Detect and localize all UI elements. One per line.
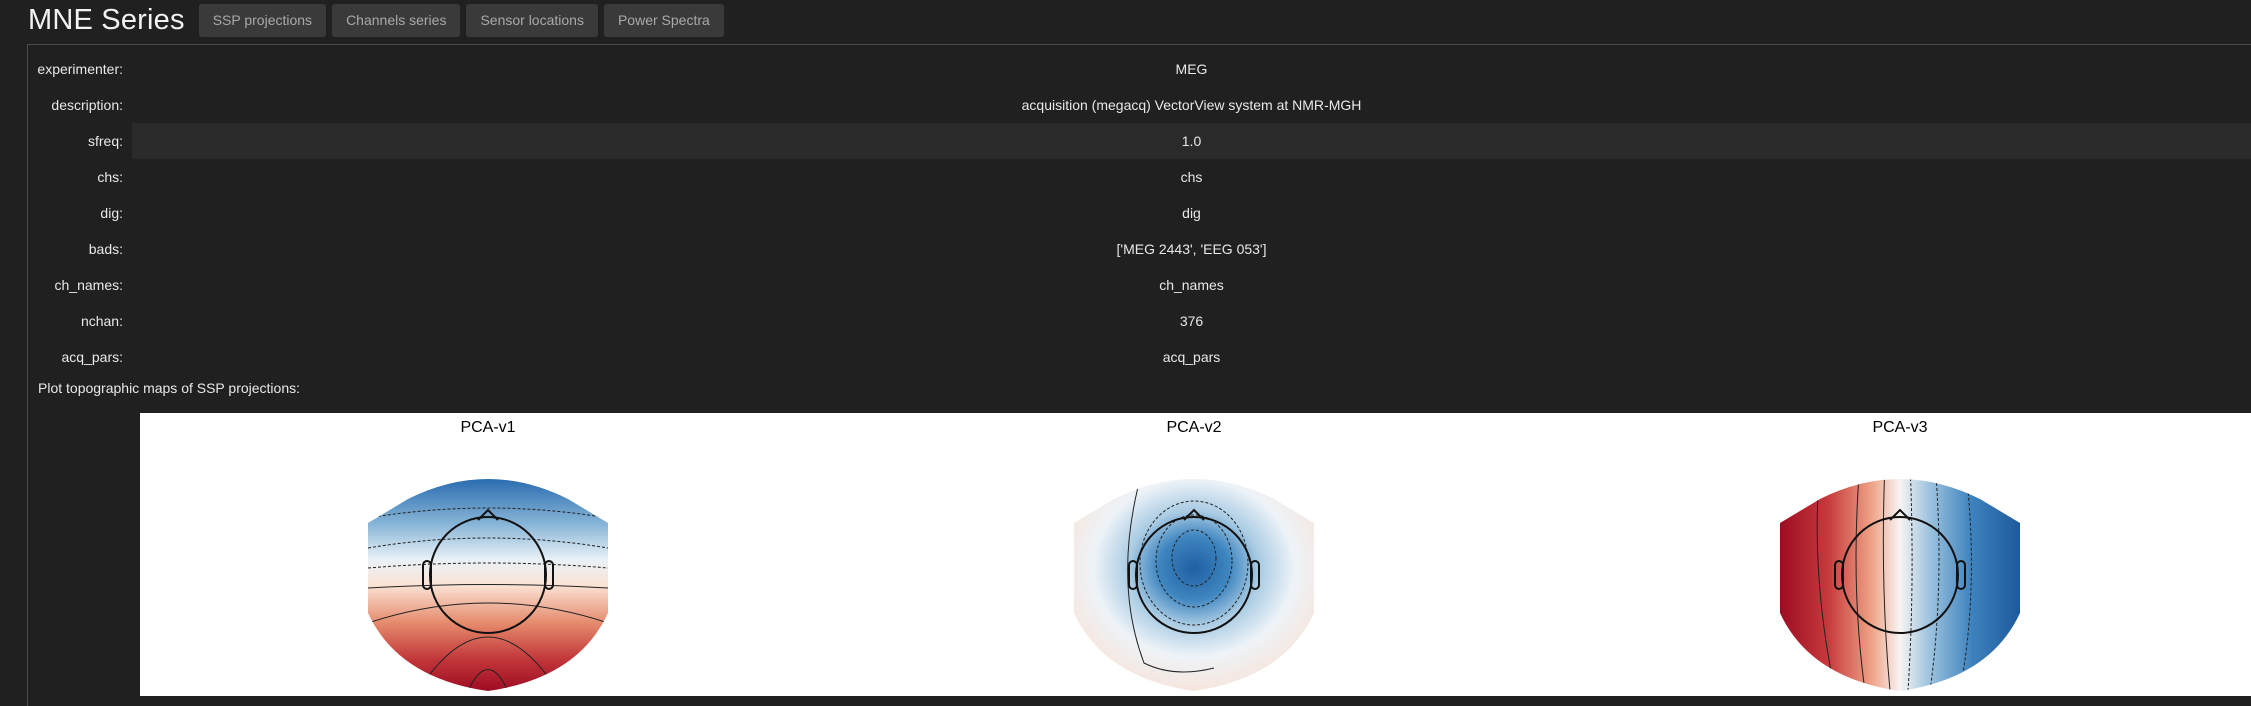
tab-power-spectra[interactable]: Power Spectra	[603, 3, 724, 37]
info-key: experimenter:	[37, 61, 123, 77]
info-row-sfreq: sfreq: 1.0	[28, 123, 2251, 159]
info-value: acq_pars	[1162, 349, 1221, 365]
report-panel: experimenter: MEG description: acquisiti…	[27, 44, 2251, 706]
info-value: acquisition (megacq) VectorView system a…	[1021, 97, 1362, 113]
info-row-nchan: nchan: 376	[28, 303, 2251, 339]
info-value: 376	[1179, 313, 1204, 329]
plot-caption: Plot topographic maps of SSP projections…	[38, 380, 301, 396]
info-key: chs:	[97, 169, 123, 185]
info-key: ch_names:	[54, 277, 123, 293]
tab-sensor-locations[interactable]: Sensor locations	[466, 3, 598, 37]
tab-channels-series[interactable]: Channels series	[332, 3, 461, 37]
tab-ssp-projections[interactable]: SSP projections	[198, 3, 327, 37]
info-value: dig	[1182, 205, 1201, 221]
info-key: dig:	[100, 205, 123, 221]
info-row-ch-names: ch_names: ch_names	[28, 267, 2251, 303]
info-row-bads: bads: ['MEG 2443', 'EEG 053']	[28, 231, 2251, 267]
info-value: ['MEG 2443', 'EEG 053']	[1116, 241, 1267, 257]
topomap-title-2: PCA-v2	[1166, 419, 1222, 436]
info-row-experimenter: experimenter: MEG	[28, 51, 2251, 87]
topomap-pca-v1	[368, 479, 608, 691]
info-key: sfreq:	[87, 133, 123, 149]
topomap-title-1: PCA-v1	[460, 419, 516, 436]
top-bar: MNE Series SSP projections Channels seri…	[0, 0, 2251, 40]
info-key: description:	[51, 97, 123, 113]
info-value: ch_names	[1159, 277, 1224, 293]
ssp-topomap-figure: PCA-v1 PCA-v2 PCA-v3	[140, 413, 2251, 696]
topomap-pca-v3	[1780, 479, 2020, 691]
info-value: chs	[1180, 169, 1203, 185]
info-key: nchan:	[80, 313, 123, 329]
info-row-acq-pars: acq_pars: acq_pars	[28, 339, 2251, 375]
info-row-description: description: acquisition (megacq) Vector…	[28, 87, 2251, 123]
topomap-title-3: PCA-v3	[1872, 419, 1928, 436]
info-row-chs: chs: chs	[28, 159, 2251, 195]
info-value: MEG	[1175, 61, 1208, 77]
topomap-pca-v2	[1074, 479, 1314, 691]
app-title: MNE Series	[28, 3, 185, 36]
info-key: bads:	[88, 241, 123, 257]
info-value: 1.0	[132, 123, 2251, 159]
info-row-dig: dig: dig	[28, 195, 2251, 231]
info-key: acq_pars:	[61, 349, 123, 365]
